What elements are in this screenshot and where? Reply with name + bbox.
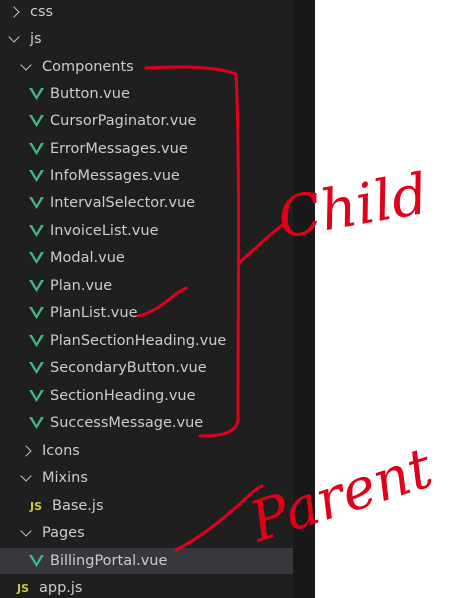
tree-folder-css[interactable]: css — [0, 0, 293, 25]
file-label: InvoiceList.vue — [50, 223, 159, 239]
folder-label: css — [30, 4, 54, 20]
file-label: SectionHeading.vue — [50, 388, 196, 404]
file-label: Base.js — [52, 498, 104, 514]
tree-file-secondarybutton[interactable]: SecondaryButton.vue — [0, 355, 293, 381]
folder-label: js — [30, 31, 42, 47]
tree-folder-js[interactable]: js — [0, 26, 293, 52]
vue-file-icon — [29, 115, 44, 127]
vue-file-icon — [29, 417, 44, 429]
vue-file-icon — [29, 143, 44, 155]
chevron-down-icon — [20, 469, 32, 482]
chevron-right-icon — [8, 6, 20, 18]
file-label: IntervalSelector.vue — [50, 195, 196, 211]
file-label: Button.vue — [50, 86, 130, 102]
file-label: InfoMessages.vue — [50, 168, 180, 184]
file-label: SuccessMessage.vue — [50, 415, 204, 431]
tree-folder-mixins[interactable]: Mixins — [0, 465, 293, 491]
tree-file-billingportal[interactable]: BillingPortal.vue — [0, 548, 293, 574]
js-file-icon: JS — [30, 499, 43, 513]
tree-folder-pages[interactable]: Pages — [0, 520, 293, 546]
tree-file-cursorpaginator[interactable]: CursorPaginator.vue — [0, 108, 293, 134]
chevron-down-icon — [8, 30, 20, 43]
file-label: PlanList.vue — [50, 305, 138, 321]
vue-file-icon — [29, 88, 44, 100]
file-label: CursorPaginator.vue — [50, 113, 197, 129]
tree-file-base-js[interactable]: JS Base.js — [0, 493, 293, 519]
tree-folder-components[interactable]: Components — [0, 54, 293, 80]
tree-file-modal[interactable]: Modal.vue — [0, 245, 293, 271]
vue-file-icon — [29, 280, 44, 292]
folder-label: Components — [42, 59, 134, 75]
tree-file-invoicelist[interactable]: InvoiceList.vue — [0, 218, 293, 244]
vue-file-icon — [29, 225, 44, 237]
tree-file-infomessages[interactable]: InfoMessages.vue — [0, 163, 293, 189]
chevron-right-icon — [20, 445, 32, 457]
tree-folder-icons[interactable]: Icons — [0, 438, 293, 464]
tree-file-planlist[interactable]: PlanList.vue — [0, 300, 293, 326]
file-label: Plan.vue — [50, 278, 113, 294]
panel-divider — [293, 0, 315, 598]
file-label: app.js — [39, 580, 83, 596]
tree-file-app-js[interactable]: JS app.js — [0, 575, 293, 598]
folder-label: Mixins — [42, 470, 88, 486]
chevron-down-icon — [20, 524, 32, 537]
vue-file-icon — [29, 335, 44, 347]
vue-file-icon — [29, 390, 44, 402]
file-label: Modal.vue — [50, 250, 125, 266]
folder-label: Pages — [42, 525, 85, 541]
tree-file-button[interactable]: Button.vue — [0, 81, 293, 107]
tree-file-successmessage[interactable]: SuccessMessage.vue — [0, 410, 293, 436]
vue-file-icon — [29, 170, 44, 182]
tree-file-errormessages[interactable]: ErrorMessages.vue — [0, 136, 293, 162]
file-label: SecondaryButton.vue — [50, 360, 207, 376]
vue-file-icon — [29, 555, 44, 567]
tree-file-plansectionheading[interactable]: PlanSectionHeading.vue — [0, 328, 293, 354]
vue-file-icon — [29, 197, 44, 209]
file-label: PlanSectionHeading.vue — [50, 333, 227, 349]
file-label: ErrorMessages.vue — [50, 141, 188, 157]
file-label: BillingPortal.vue — [50, 553, 168, 569]
vue-file-icon — [29, 307, 44, 319]
tree-file-sectionheading[interactable]: SectionHeading.vue — [0, 383, 293, 409]
vue-file-icon — [29, 252, 44, 264]
folder-label: Icons — [42, 443, 80, 459]
vue-file-icon — [29, 362, 44, 374]
file-explorer: css js Components Button.vue CursorPagina… — [0, 0, 293, 598]
chevron-down-icon — [20, 58, 32, 71]
tree-file-plan[interactable]: Plan.vue — [0, 273, 293, 299]
js-file-icon: JS — [17, 581, 30, 595]
tree-file-intervalselector[interactable]: IntervalSelector.vue — [0, 190, 293, 216]
